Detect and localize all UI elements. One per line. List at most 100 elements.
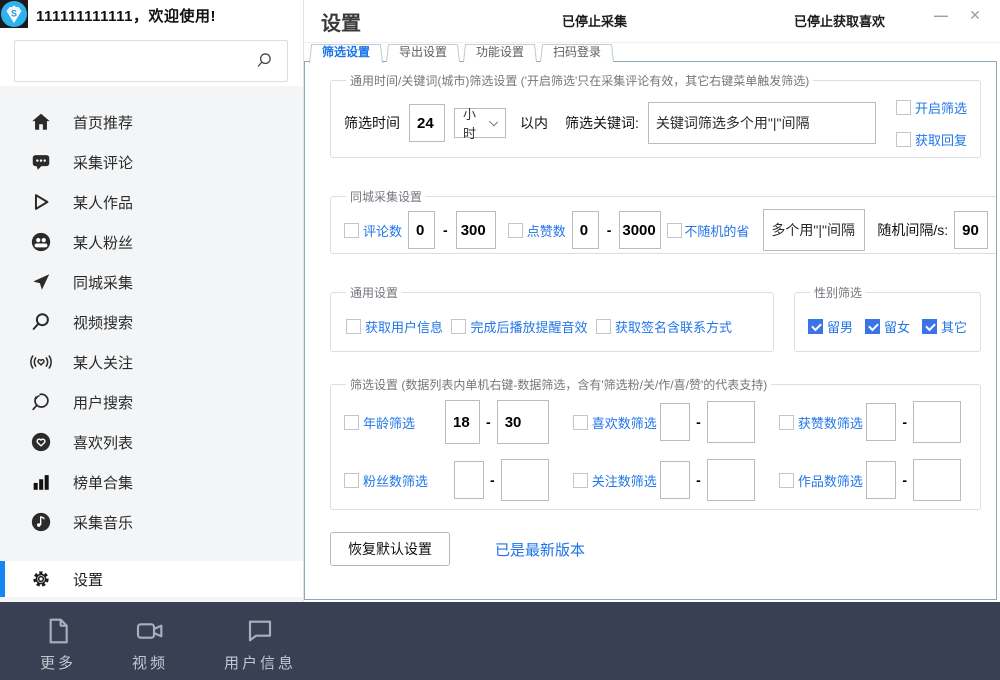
search-icon <box>30 311 52 333</box>
random-interval-input[interactable] <box>954 211 988 249</box>
fans-count-filter-checkbox[interactable]: 粉丝数筛选 <box>344 471 428 490</box>
enable-filter-checkbox[interactable]: 开启筛选 <box>896 98 967 117</box>
checkbox-label: 喜欢数筛选 <box>592 413 657 432</box>
checkbox-label: 留女 <box>884 317 910 336</box>
sidebar-item-likes-list[interactable]: 喜欢列表 <box>0 422 303 462</box>
search-input[interactable] <box>27 53 253 69</box>
fixed-province-checkbox[interactable]: 不随机的省 <box>667 221 749 240</box>
sidebar-item-city-collect[interactable]: 同城采集 <box>0 262 303 302</box>
get-user-info-checkbox[interactable]: 获取用户信息 <box>346 317 443 336</box>
checkbox-label: 获取签名含联系方式 <box>615 317 732 336</box>
comment-icon <box>30 151 52 173</box>
page-title: 设置 <box>321 7 361 36</box>
checkbox-label: 粉丝数筛选 <box>363 471 428 490</box>
sidebar-item-home-feed[interactable]: 首页推荐 <box>0 102 303 142</box>
tab-filter-settings[interactable]: 筛选设置 <box>309 43 383 62</box>
comment-max-input[interactable] <box>456 211 496 249</box>
video-camera-icon <box>134 615 166 647</box>
works-max-input[interactable] <box>913 459 961 501</box>
checkbox-label: 关注数筛选 <box>592 471 657 490</box>
checkbox-icon <box>596 319 611 334</box>
search-area <box>0 30 303 86</box>
music-circle-icon <box>30 511 52 533</box>
sidebar-item-ranking-collection[interactable]: 榜单合集 <box>0 462 303 502</box>
sidebar-item-settings[interactable]: 设置 <box>0 561 303 597</box>
likes-min-input[interactable] <box>660 403 690 441</box>
time-unit-value: 小时 <box>463 104 483 142</box>
fans-min-input[interactable] <box>454 461 484 499</box>
likes-max-input[interactable] <box>707 401 755 443</box>
sidebar-item-label: 某人粉丝 <box>73 232 133 253</box>
works-min-input[interactable] <box>866 461 896 499</box>
signature-contact-checkbox[interactable]: 获取签名含联系方式 <box>596 317 732 336</box>
sidebar-item-user-search[interactable]: 用户搜索 <box>0 382 303 422</box>
fans-max-input[interactable] <box>501 459 549 501</box>
users-icon <box>30 231 52 253</box>
awarded-filter-cell: 获赞数筛选 - <box>779 401 967 443</box>
within-label: 以内 <box>520 113 548 133</box>
comment-count-checkbox[interactable]: 评论数 <box>344 221 402 240</box>
user-info-button[interactable]: 用户信息 <box>224 615 296 673</box>
checkbox-checked-icon <box>808 319 823 334</box>
like-min-input[interactable] <box>572 211 599 249</box>
sidebar-item-collect-music[interactable]: 采集音乐 <box>0 502 303 542</box>
age-max-input[interactable] <box>497 400 549 444</box>
svg-text:S: S <box>11 9 17 19</box>
province-list-input[interactable] <box>763 209 865 251</box>
likes-count-filter-checkbox[interactable]: 喜欢数筛选 <box>573 413 657 432</box>
checkbox-checked-icon <box>865 319 880 334</box>
like-max-input[interactable] <box>619 211 661 249</box>
range-separator: - <box>694 414 703 430</box>
keep-male-checkbox[interactable]: 留男 <box>808 317 853 336</box>
tab-function-settings[interactable]: 功能设置 <box>463 43 537 62</box>
checkbox-icon <box>667 223 682 238</box>
restore-defaults-button[interactable]: 恢复默认设置 <box>330 532 450 566</box>
close-icon[interactable]: ✕ <box>964 7 986 24</box>
works-count-filter-checkbox[interactable]: 作品数筛选 <box>779 471 863 490</box>
checkbox-label: 年龄筛选 <box>363 413 415 432</box>
keep-female-checkbox[interactable]: 留女 <box>865 317 910 336</box>
awarded-count-filter-checkbox[interactable]: 获赞数筛选 <box>779 413 863 432</box>
awarded-max-input[interactable] <box>913 401 961 443</box>
sidebar-item-user-follows[interactable]: 某人关注 <box>0 342 303 382</box>
tab-qr-login[interactable]: 扫码登录 <box>540 43 614 62</box>
keep-other-checkbox[interactable]: 其它 <box>922 317 967 336</box>
sidebar-item-user-fans[interactable]: 某人粉丝 <box>0 222 303 262</box>
age-min-input[interactable] <box>445 400 480 444</box>
location-arrow-icon <box>30 271 52 293</box>
filter-time-input[interactable] <box>409 104 445 142</box>
keyword-filter-input[interactable] <box>648 102 876 144</box>
minimize-icon[interactable]: — <box>930 7 952 23</box>
time-unit-select[interactable]: 小时 <box>454 108 506 138</box>
broadcast-heart-icon <box>30 351 52 373</box>
group-time-keyword-filter: 通用时间/关键词(城市)筛选设置 ('开启筛选'只在采集评论有效，其它右键菜单触… <box>330 72 981 158</box>
comment-min-input[interactable] <box>408 211 435 249</box>
get-replies-checkbox[interactable]: 获取回复 <box>896 130 967 149</box>
sidebar-item-video-search[interactable]: 视频搜索 <box>0 302 303 342</box>
search-icon[interactable] <box>253 50 275 72</box>
main-content: 设置 已停止采集 已停止获取喜欢 — ✕ 筛选设置 导出设置 功能设置 扫码登录… <box>304 0 1000 602</box>
sidebar-item-user-works[interactable]: 某人作品 <box>0 182 303 222</box>
group-city-collect: 同城采集设置 评论数 - 点赞数 - <box>330 188 997 254</box>
latest-version-link[interactable]: 已是最新版本 <box>495 539 585 560</box>
follow-count-filter-checkbox[interactable]: 关注数筛选 <box>573 471 657 490</box>
sidebar-item-label: 视频搜索 <box>73 312 133 333</box>
awarded-min-input[interactable] <box>866 403 896 441</box>
main-header: 设置 已停止采集 已停止获取喜欢 — ✕ <box>304 0 1000 43</box>
range-separator: - <box>605 222 614 238</box>
sidebar-item-collect-comments[interactable]: 采集评论 <box>0 142 303 182</box>
play-sound-checkbox[interactable]: 完成后播放提醒音效 <box>451 317 587 336</box>
age-filter-checkbox[interactable]: 年龄筛选 <box>344 413 415 432</box>
checkbox-icon <box>779 473 794 488</box>
welcome-bar: S 111111111111，欢迎使用! <box>0 0 303 30</box>
sidebar: S 111111111111，欢迎使用! 首页推荐 <box>0 0 304 602</box>
diamond-logo-icon: S <box>1 1 27 27</box>
like-count-checkbox[interactable]: 点赞数 <box>508 221 566 240</box>
sidebar-item-label: 榜单合集 <box>73 472 133 493</box>
checkbox-icon <box>508 223 523 238</box>
follow-max-input[interactable] <box>707 459 755 501</box>
follow-min-input[interactable] <box>660 461 690 499</box>
video-button[interactable]: 视频 <box>132 615 168 673</box>
tab-export-settings[interactable]: 导出设置 <box>386 43 460 62</box>
more-button[interactable]: 更多 <box>40 615 76 673</box>
